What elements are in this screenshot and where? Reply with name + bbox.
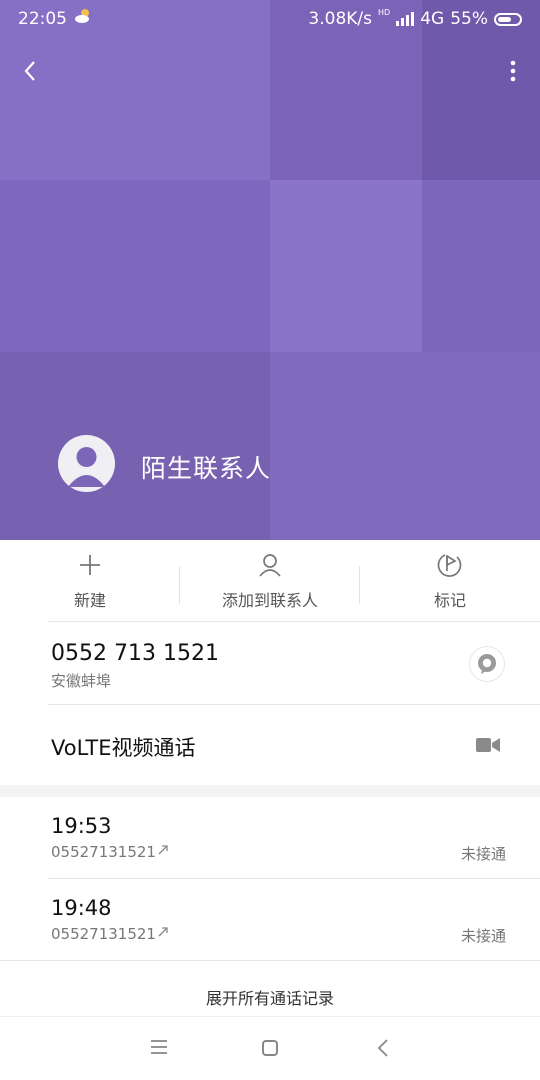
status-right: 3.08K/s HD 4G 55% xyxy=(308,9,522,29)
phone-number: 0552 713 1521 xyxy=(51,641,219,666)
back-arrow-icon[interactable] xyxy=(18,56,44,86)
call-number: 05527131521 xyxy=(51,843,156,861)
header-tile xyxy=(0,352,270,540)
section-separator xyxy=(0,785,540,797)
default-avatar-icon xyxy=(68,447,105,487)
system-back-icon[interactable] xyxy=(376,1038,390,1058)
signal-icon xyxy=(396,12,415,26)
battery-icon xyxy=(494,12,522,26)
network-type: 4G xyxy=(420,9,445,29)
status-bar: 22:05 3.08K/s HD 4G 55% xyxy=(0,0,540,40)
phone-location: 安徽蚌埠 xyxy=(51,672,112,690)
avatar xyxy=(58,435,115,492)
flag-icon xyxy=(437,554,462,577)
expand-all-calls-link[interactable]: 展开所有通话记录 xyxy=(0,985,540,1009)
divider xyxy=(0,960,540,961)
outgoing-call-icon xyxy=(158,927,168,937)
mark-label: 标记 xyxy=(433,591,466,610)
weather-icon xyxy=(75,9,89,23)
status-time: 22:05 xyxy=(18,9,67,29)
add-to-contacts-button[interactable]: 添加到联系人 xyxy=(180,540,360,621)
call-log-item[interactable]: 19:48 05527131521 未接通 xyxy=(0,879,540,960)
message-icon xyxy=(478,654,496,674)
new-contact-label: 新建 xyxy=(73,591,106,610)
call-number: 05527131521 xyxy=(51,925,156,943)
action-bar: 新建 添加到联系人 标记 xyxy=(0,540,540,621)
mark-button[interactable]: 标记 xyxy=(360,540,540,621)
call-time: 19:48 xyxy=(51,896,112,920)
header-tile xyxy=(270,180,422,352)
more-menu-icon[interactable] xyxy=(506,56,520,86)
header-tile xyxy=(270,352,540,540)
call-status: 未接通 xyxy=(460,845,506,863)
message-button[interactable] xyxy=(469,646,505,682)
action-divider xyxy=(359,566,360,604)
call-status: 未接通 xyxy=(460,927,506,945)
recents-menu-icon[interactable] xyxy=(150,1039,168,1055)
system-nav-bar xyxy=(0,1016,540,1080)
contact-header: 22:05 3.08K/s HD 4G 55% 陌生联系人 xyxy=(0,0,540,540)
header-tile xyxy=(422,180,540,352)
volte-video-call-row[interactable]: VoLTE视频通话 xyxy=(0,705,540,785)
header-tile xyxy=(0,180,270,352)
person-icon xyxy=(259,554,281,577)
call-log-item[interactable]: 19:53 05527131521 未接通 xyxy=(0,797,540,878)
outgoing-call-icon xyxy=(158,845,168,855)
phone-number-row[interactable]: 0552 713 1521 安徽蚌埠 xyxy=(0,622,540,704)
home-icon[interactable] xyxy=(262,1040,278,1056)
hd-badge: HD xyxy=(378,8,391,17)
contact-detail-screen: 22:05 3.08K/s HD 4G 55% 陌生联系人 新建 添加到联系人 … xyxy=(0,0,540,1080)
contact-name: 陌生联系人 xyxy=(141,454,272,483)
battery-percent: 55% xyxy=(450,9,488,29)
video-camera-icon[interactable] xyxy=(476,736,500,754)
add-to-contacts-label: 添加到联系人 xyxy=(221,591,318,610)
call-time: 19:53 xyxy=(51,814,112,838)
action-divider xyxy=(179,566,180,604)
new-contact-button[interactable]: 新建 xyxy=(0,540,180,621)
network-speed: 3.08K/s xyxy=(308,9,373,29)
plus-icon xyxy=(80,555,100,575)
volte-label: VoLTE视频通话 xyxy=(51,736,196,760)
